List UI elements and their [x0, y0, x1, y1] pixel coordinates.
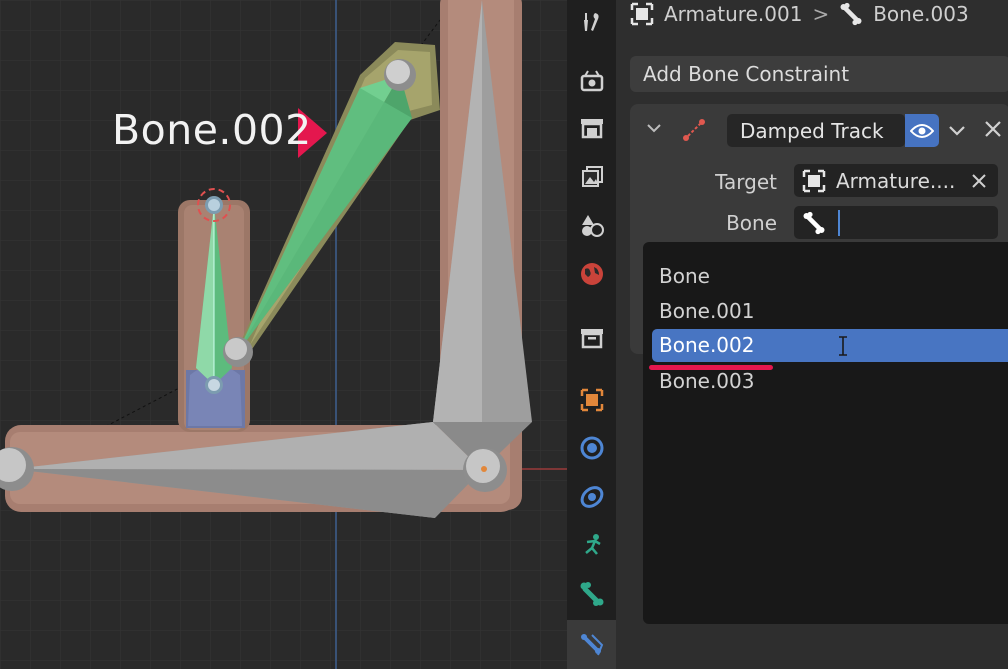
- collapse-chevron-icon[interactable]: [644, 118, 664, 138]
- bone-constraint-icon: [580, 633, 603, 655]
- annotation-label: Bone.002: [112, 106, 312, 154]
- dropdown-item[interactable]: Bone: [659, 264, 710, 288]
- tab-object[interactable]: [567, 378, 616, 422]
- selected-item-label: Bone.002: [659, 333, 755, 357]
- physics-icon: [584, 534, 601, 555]
- visibility-toggle[interactable]: [905, 114, 939, 147]
- tab-bone[interactable]: [567, 572, 616, 616]
- dropdown-item[interactable]: Bone.003: [659, 369, 754, 393]
- scene-icon: [581, 215, 604, 237]
- render-icon: [580, 70, 603, 92]
- constraint-name-field[interactable]: Damped Track: [727, 114, 905, 147]
- bone-icon: [803, 211, 825, 234]
- armature-object-icon: [802, 169, 826, 192]
- breadcrumb-separator: >: [812, 2, 830, 26]
- bone-icon: [580, 582, 603, 606]
- target-value: Armature....: [836, 168, 956, 193]
- output-icon: [580, 119, 603, 139]
- 3d-viewport[interactable]: Bone.002: [0, 0, 567, 669]
- world-icon: [580, 263, 603, 285]
- particles-icon: [580, 486, 603, 508]
- bone-name[interactable]: Bone.003: [873, 2, 968, 26]
- tab-render[interactable]: [567, 58, 616, 102]
- tab-tool[interactable]: [567, 0, 616, 44]
- armature-name[interactable]: Armature.001: [664, 2, 802, 26]
- tab-scene[interactable]: [567, 204, 616, 248]
- tab-modifier[interactable]: [567, 426, 616, 470]
- modifier-icon: [580, 436, 603, 460]
- annotation-underline: [649, 365, 773, 370]
- tab-physics[interactable]: [567, 523, 616, 567]
- chevron-down-icon[interactable]: [946, 120, 968, 140]
- bone-label: Bone: [726, 211, 777, 235]
- armature-object-icon: [630, 2, 654, 26]
- target-field[interactable]: Armature....: [794, 164, 998, 197]
- bone-search-field[interactable]: [794, 206, 998, 239]
- tab-collection[interactable]: [567, 316, 616, 360]
- tool-icon: [583, 13, 599, 31]
- text-cursor-icon: [839, 336, 847, 356]
- properties-tab-bar: [567, 0, 616, 669]
- tab-output[interactable]: [567, 106, 616, 150]
- delete-constraint-icon[interactable]: [982, 118, 1004, 140]
- tab-bone-constraint[interactable]: [567, 620, 616, 669]
- tab-world[interactable]: [567, 252, 616, 296]
- add-bone-constraint-button[interactable]: Add Bone Constraint: [630, 56, 1008, 92]
- object-icon: [580, 388, 603, 412]
- target-label: Target: [715, 170, 777, 194]
- eye-icon: [910, 123, 934, 138]
- dropdown-item-selected[interactable]: Bone.002: [652, 329, 1008, 362]
- clear-target-icon[interactable]: [970, 172, 988, 190]
- bone-search-dropdown: Bone Bone.001 Bone.003: [643, 242, 1008, 624]
- breadcrumb: Armature.001 > Bone.003: [630, 0, 969, 28]
- tab-particles[interactable]: [567, 475, 616, 519]
- bone-icon: [840, 2, 862, 26]
- text-caret: [838, 209, 840, 236]
- collection-icon: [580, 329, 603, 349]
- tab-view-layer[interactable]: [567, 155, 616, 199]
- view-layer-icon: [581, 166, 603, 187]
- dropdown-item[interactable]: Bone.001: [659, 299, 754, 323]
- damped-track-icon: [683, 119, 705, 141]
